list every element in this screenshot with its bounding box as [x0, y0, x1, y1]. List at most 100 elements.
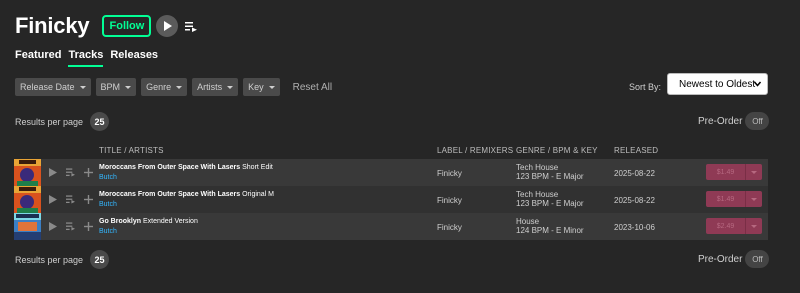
filter-bar: Release Date BPM Genre Artists Key Reset…	[15, 78, 332, 96]
price-button[interactable]: $2.49	[706, 218, 762, 234]
artist-tabs: Featured Tracks Releases	[15, 49, 158, 67]
track-mix-name: Original M	[242, 191, 275, 198]
caret-down-icon	[79, 85, 86, 89]
track-queue-button[interactable]	[66, 167, 75, 177]
filter-genre[interactable]: Genre	[141, 78, 188, 96]
price-button[interactable]: $1.49	[706, 191, 762, 207]
track-controls	[48, 194, 93, 204]
filter-label: Key	[248, 82, 264, 92]
track-add-button[interactable]	[84, 221, 93, 231]
sort-select[interactable]: Newest to Oldest	[667, 73, 768, 95]
price-dropdown[interactable]	[746, 218, 762, 234]
track-release-date: 2023-10-06	[614, 223, 655, 232]
filter-key[interactable]: Key	[243, 78, 280, 96]
track-bpm-key: 123 BPM - E Major	[516, 172, 584, 181]
track-artist-link[interactable]: Butch	[99, 174, 117, 181]
column-header-genre: GENRE / BPM & KEY	[516, 146, 598, 155]
track-genre-info: Tech House 123 BPM - E Major	[516, 190, 584, 208]
caret-down-icon	[227, 85, 234, 89]
track-title[interactable]: Go Brooklyn Extended Version	[99, 218, 198, 225]
caret-down-icon	[176, 85, 183, 89]
caret-down-icon	[268, 85, 275, 89]
track-row[interactable]: Moroccans From Outer Space With Lasers O…	[14, 186, 768, 213]
track-title[interactable]: Moroccans From Outer Space With Lasers S…	[99, 164, 273, 171]
filter-release-date[interactable]: Release Date	[15, 78, 91, 96]
track-bpm-key: 124 BPM - E Minor	[516, 226, 584, 235]
price-value[interactable]: $1.49	[706, 164, 746, 180]
tab-featured[interactable]: Featured	[15, 49, 61, 67]
track-genre-info: House 124 BPM - E Minor	[516, 217, 584, 235]
play-icon	[48, 221, 57, 231]
results-per-page-button[interactable]: 25	[90, 250, 110, 269]
track-artist-link[interactable]: Butch	[99, 228, 117, 235]
preorder-filter-bottom: Pre-Order Off	[698, 250, 770, 268]
add-to-queue-icon	[66, 167, 75, 177]
preorder-label: Pre-Order	[698, 253, 743, 265]
filter-label: Genre	[146, 82, 172, 92]
album-art[interactable]	[14, 186, 41, 213]
track-title-name: Go Brooklyn	[99, 218, 142, 225]
track-title[interactable]: Moroccans From Outer Space With Lasers O…	[99, 191, 274, 198]
play-all-button[interactable]	[156, 15, 179, 37]
tab-releases[interactable]: Releases	[110, 49, 158, 67]
play-icon	[163, 21, 172, 31]
track-add-button[interactable]	[84, 167, 93, 177]
filter-bpm[interactable]: BPM	[95, 78, 137, 96]
column-header-released: RELEASED	[614, 146, 659, 155]
album-art[interactable]	[14, 159, 41, 186]
track-release-date: 2025-08-22	[614, 196, 655, 205]
results-per-page-label: Results per page	[15, 254, 84, 265]
price-dropdown[interactable]	[746, 164, 762, 180]
track-play-button[interactable]	[48, 194, 57, 204]
tab-tracks[interactable]: Tracks	[68, 49, 104, 67]
preorder-toggle[interactable]: Off	[745, 112, 770, 130]
track-bpm-key: 123 BPM - E Major	[516, 199, 584, 208]
track-queue-button[interactable]	[66, 221, 75, 231]
track-label[interactable]: Finicky	[437, 169, 462, 178]
track-play-button[interactable]	[48, 167, 57, 177]
price-button[interactable]: $1.49	[706, 164, 762, 180]
track-genre[interactable]: House	[516, 217, 584, 226]
play-icon	[48, 194, 57, 204]
track-queue-button[interactable]	[66, 194, 75, 204]
price-value[interactable]: $2.49	[706, 218, 746, 234]
reset-all-button[interactable]: Reset All	[293, 82, 332, 93]
caret-down-icon	[751, 224, 757, 228]
price-dropdown[interactable]	[746, 191, 762, 207]
add-to-queue-button[interactable]	[184, 19, 198, 33]
add-to-queue-icon	[185, 21, 198, 32]
add-to-queue-icon	[66, 221, 75, 231]
results-per-page-button[interactable]: 25	[90, 112, 110, 131]
plus-icon	[84, 194, 93, 204]
artist-header: Finicky Follow	[15, 13, 198, 39]
track-title-name: Moroccans From Outer Space With Lasers	[99, 164, 241, 171]
add-to-queue-icon	[66, 194, 75, 204]
track-row[interactable]: Moroccans From Outer Space With Lasers S…	[14, 159, 768, 186]
track-genre[interactable]: Tech House	[516, 190, 584, 199]
filter-label: BPM	[100, 82, 121, 92]
chevron-down-icon	[754, 81, 761, 87]
preorder-toggle[interactable]: Off	[745, 250, 770, 268]
results-per-page-top: Results per page 25	[15, 112, 110, 131]
price-value[interactable]: $1.49	[706, 191, 746, 207]
column-header-title: TITLE / ARTISTS	[99, 146, 164, 155]
filter-label: Release Date	[20, 82, 75, 92]
track-row[interactable]: Go Brooklyn Extended Version Butch Finic…	[14, 213, 768, 240]
play-icon	[48, 167, 57, 177]
album-art[interactable]	[14, 213, 41, 240]
track-mix-name: Short Edit	[242, 164, 273, 171]
caret-down-icon	[751, 170, 757, 174]
track-genre[interactable]: Tech House	[516, 163, 584, 172]
track-title-name: Moroccans From Outer Space With Lasers	[99, 191, 241, 198]
track-label[interactable]: Finicky	[437, 196, 462, 205]
results-per-page-bottom: Results per page 25	[15, 250, 110, 269]
caret-down-icon	[751, 197, 757, 201]
track-controls	[48, 167, 93, 177]
caret-down-icon	[125, 85, 132, 89]
filter-artists[interactable]: Artists	[192, 78, 239, 96]
track-label[interactable]: Finicky	[437, 223, 462, 232]
track-play-button[interactable]	[48, 221, 57, 231]
track-artist-link[interactable]: Butch	[99, 201, 117, 208]
track-add-button[interactable]	[84, 194, 93, 204]
follow-button[interactable]: Follow	[102, 15, 152, 37]
